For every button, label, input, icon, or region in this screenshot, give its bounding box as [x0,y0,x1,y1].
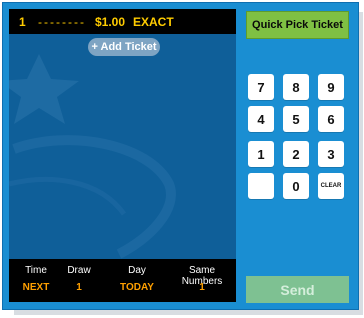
keypad-key-2[interactable]: 2 [283,141,309,167]
add-ticket-button[interactable]: + Add Ticket [88,38,160,56]
ticket-bet-type: EXACT [133,14,174,29]
keypad-key-1[interactable]: 1 [248,141,274,167]
keypad-key-9[interactable]: 9 [318,74,344,100]
keypad-key-3[interactable]: 3 [318,141,344,167]
quick-pick-ticket-button[interactable]: Quick Pick Ticket [246,11,349,39]
keypad-clear-button[interactable]: CLEAR [318,173,344,199]
ticket-panel: 1 -------- $1.00 EXACT + Add Ticket Time… [9,9,236,302]
footer-value-time: NEXT [22,282,50,293]
keypad-key-4[interactable]: 4 [248,106,274,132]
footer-value-draw: 1 [76,282,82,293]
footer-header-draw: Draw [67,265,91,276]
send-button[interactable]: Send [246,276,349,303]
keypad-key-7[interactable]: 7 [248,74,274,100]
draw-info-footer: Time Draw Day Same Numbers NEXT 1 TODAY … [9,259,236,302]
frame-shadow-bottom [14,310,362,315]
keypad-key-0[interactable]: 0 [283,173,309,199]
footer-value-same-numbers: 1 [199,282,205,293]
keypad-key-5[interactable]: 5 [283,106,309,132]
footer-header-day: Day [128,265,146,276]
frame-shadow-right [359,12,363,315]
ticket-line-number: 1 [19,14,26,29]
ticket-line-1[interactable]: 1 -------- $1.00 EXACT [9,9,236,34]
keypad-key-blank[interactable] [248,173,274,199]
ticket-amount: $1.00 [95,14,126,29]
footer-header-time: Time [25,265,47,276]
footer-value-day: TODAY [120,282,154,293]
ticket-numbers-placeholder: -------- [38,14,86,29]
keypad-key-6[interactable]: 6 [318,106,344,132]
keypad-key-8[interactable]: 8 [283,74,309,100]
